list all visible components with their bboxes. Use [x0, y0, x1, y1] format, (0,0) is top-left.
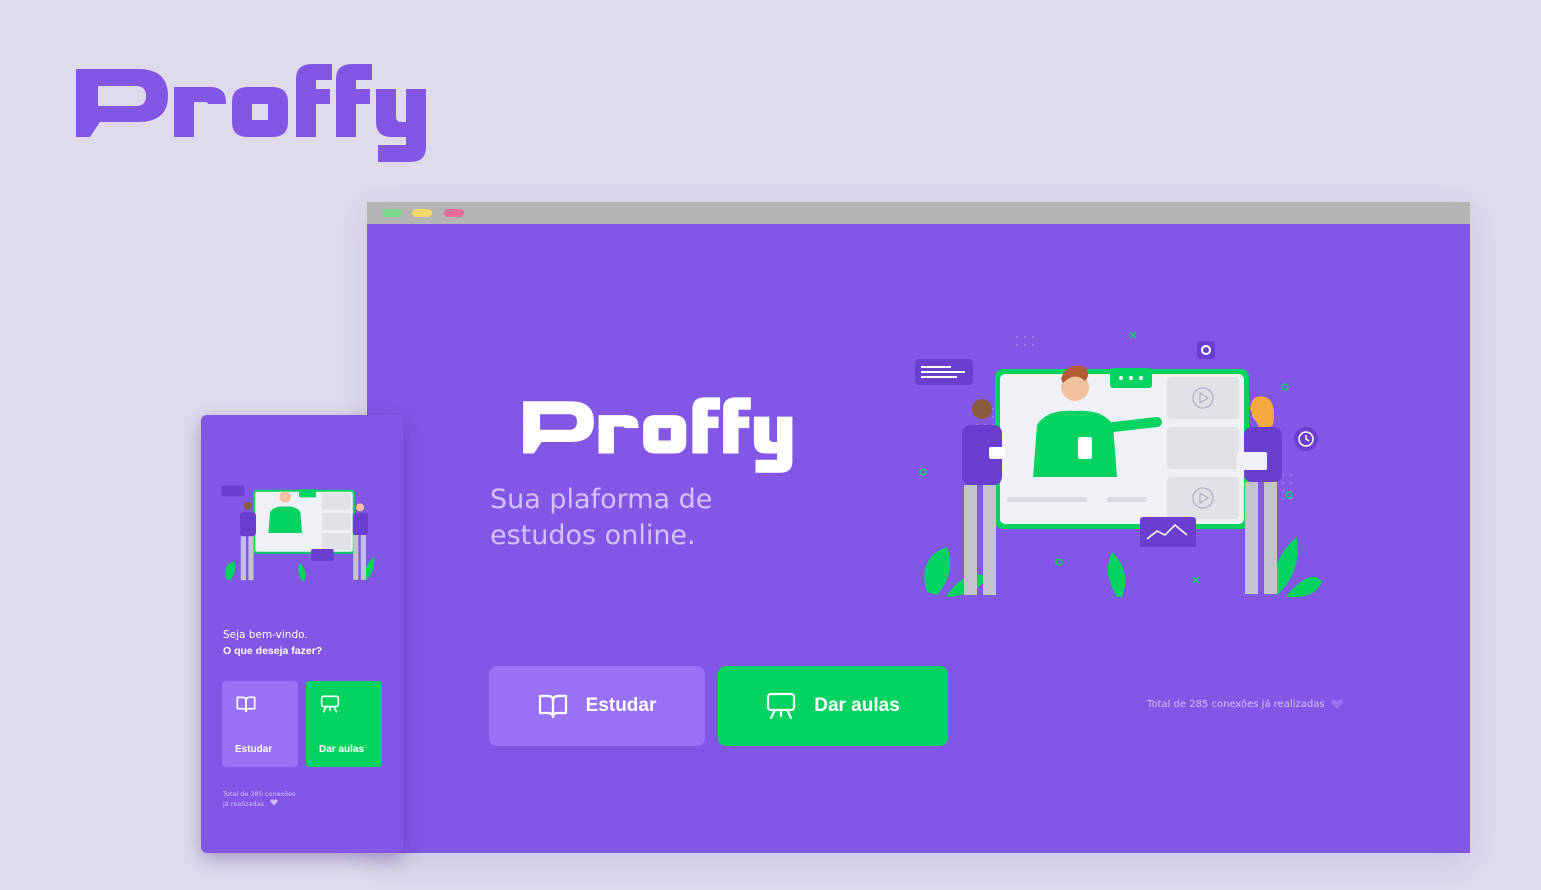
proffy-logo [76, 64, 426, 162]
mobile-question-text: O que deseja fazer? [223, 645, 323, 657]
mobile-connections-line-1: Total de 285 conexões [223, 790, 296, 798]
hero-illustration [915, 331, 1322, 598]
window-titlebar [367, 202, 1470, 224]
window-dot-green [382, 209, 402, 217]
book-open-icon [538, 694, 567, 719]
teach-button-label: Dar aulas [814, 695, 900, 716]
heart-icon [270, 799, 278, 806]
mobile-welcome-text: Seja bem-vindo. [223, 629, 308, 641]
presentation-board-icon [320, 695, 340, 713]
mobile-teach-button[interactable]: Dar aulas [306, 681, 382, 767]
mobile-connections-counter: Total de 285 conexões já realizadas [223, 789, 313, 809]
tagline-line-2: estudos online. [490, 520, 696, 551]
window-dot-pink [444, 209, 464, 217]
book-open-icon [236, 696, 256, 713]
mobile-study-label: Estudar [235, 744, 273, 755]
mobile-study-button[interactable]: Estudar [222, 681, 298, 767]
connections-text: Total de 285 conexões já realizadas [1147, 699, 1325, 710]
tagline-line-1: Sua plaforma de [490, 484, 713, 515]
mobile-connections-line-2: já realizadas [223, 800, 264, 808]
window-dot-yellow [412, 209, 432, 217]
presentation-board-icon [767, 692, 796, 720]
mobile-teach-label: Dar aulas [319, 744, 365, 755]
connections-counter: Total de 285 conexões já realizadas [1147, 699, 1367, 710]
heart-icon [1330, 699, 1343, 709]
mobile-preview: Seja bem-vindo. O que deseja fazer? Estu… [201, 415, 403, 853]
study-button[interactable]: Estudar [489, 666, 705, 746]
mobile-hero-illustration [221, 485, 375, 581]
hero-tagline: Sua plaforma de estudos online. [490, 482, 810, 554]
teach-button[interactable]: Dar aulas [718, 666, 948, 746]
study-button-label: Estudar [585, 695, 657, 716]
desktop-preview: Sua plaforma de estudos online. Estudar … [367, 202, 1470, 853]
hero-logo [523, 397, 793, 473]
